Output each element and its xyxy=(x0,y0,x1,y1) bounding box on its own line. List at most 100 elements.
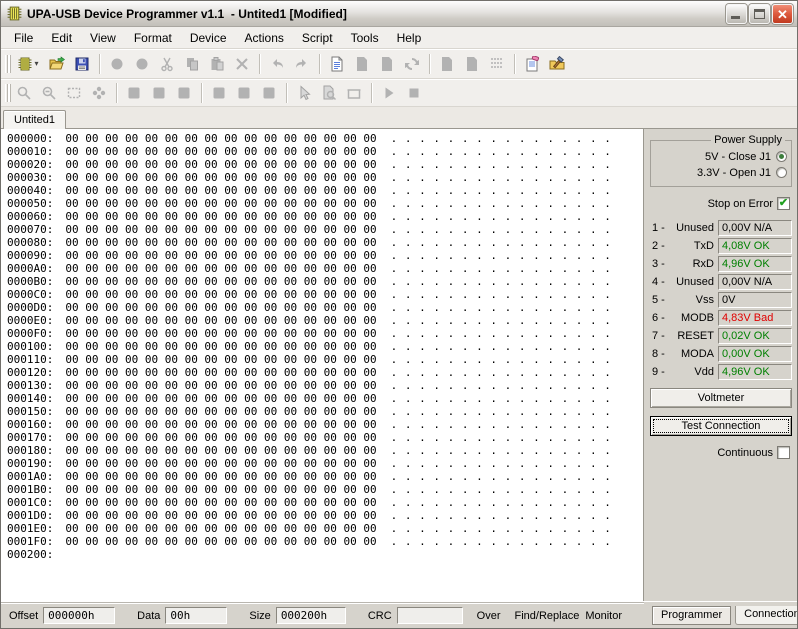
menu-item-view[interactable]: View xyxy=(81,29,125,47)
hex-ascii[interactable]: . . . . . . . . . . . . . . . . xyxy=(391,366,612,379)
hex-bytes[interactable]: 00 00 00 00 00 00 00 00 00 00 00 00 00 0… xyxy=(65,340,376,353)
hex-bytes[interactable]: 00 00 00 00 00 00 00 00 00 00 00 00 00 0… xyxy=(65,236,376,249)
dot-grid-button[interactable] xyxy=(485,52,509,75)
hex-ascii[interactable]: . . . . . . . . . . . . . . . . xyxy=(391,262,612,275)
hex-bytes[interactable]: 00 00 00 00 00 00 00 00 00 00 00 00 00 0… xyxy=(65,483,376,496)
zoom-out-button[interactable] xyxy=(37,81,61,104)
save-floppy-button[interactable] xyxy=(70,52,94,75)
test-connection-button[interactable]: Test Connection xyxy=(650,416,792,436)
hex-ascii[interactable]: . . . . . . . . . . . . . . . . xyxy=(391,340,612,353)
hex-bytes[interactable]: 00 00 00 00 00 00 00 00 00 00 00 00 00 0… xyxy=(65,405,376,418)
hex-bytes[interactable]: 00 00 00 00 00 00 00 00 00 00 00 00 00 0… xyxy=(65,301,376,314)
select-frame-button[interactable] xyxy=(62,81,86,104)
radio-button-icon[interactable] xyxy=(776,167,787,178)
folder-tools-button[interactable] xyxy=(545,52,569,75)
hex-bytes[interactable]: 00 00 00 00 00 00 00 00 00 00 00 00 00 0… xyxy=(65,418,376,431)
continuous-row[interactable]: Continuous xyxy=(648,446,790,459)
hex-ascii[interactable]: . . . . . . . . . . . . . . . . xyxy=(391,236,612,249)
square-button[interactable] xyxy=(122,81,146,104)
box-button[interactable] xyxy=(342,81,366,104)
tab-programmer[interactable]: Programmer xyxy=(652,605,732,625)
menu-item-edit[interactable]: Edit xyxy=(42,29,81,47)
menu-item-file[interactable]: File xyxy=(5,29,42,47)
hex-bytes[interactable]: 00 00 00 00 00 00 00 00 00 00 00 00 00 0… xyxy=(65,288,376,301)
hex-ascii[interactable]: . . . . . . . . . . . . . . . . xyxy=(391,288,612,301)
hex-ascii[interactable]: . . . . . . . . . . . . . . . . xyxy=(391,184,612,197)
square-button[interactable] xyxy=(257,81,281,104)
cut-scissors-button[interactable] xyxy=(155,52,179,75)
refresh-button[interactable] xyxy=(400,52,424,75)
square-button[interactable] xyxy=(147,81,171,104)
hex-ascii[interactable]: . . . . . . . . . . . . . . . . xyxy=(391,522,612,535)
radio-button-icon[interactable] xyxy=(776,151,787,162)
hex-bytes[interactable]: 00 00 00 00 00 00 00 00 00 00 00 00 00 0… xyxy=(65,457,376,470)
menu-item-help[interactable]: Help xyxy=(388,29,431,47)
hex-bytes[interactable]: 00 00 00 00 00 00 00 00 00 00 00 00 00 0… xyxy=(65,496,376,509)
hex-bytes[interactable]: 00 00 00 00 00 00 00 00 00 00 00 00 00 0… xyxy=(65,431,376,444)
power-option-1[interactable]: 3.3V - Open J1 xyxy=(655,165,787,180)
maximize-button[interactable] xyxy=(749,3,770,24)
menu-item-tools[interactable]: Tools xyxy=(342,29,388,47)
toolbar-grip[interactable] xyxy=(5,83,8,102)
open-folder-button[interactable] xyxy=(45,52,69,75)
hex-editor[interactable]: 000000: 00 00 00 00 00 00 00 00 00 00 00 … xyxy=(1,129,644,601)
undo-button[interactable] xyxy=(265,52,289,75)
hex-bytes[interactable]: 00 00 00 00 00 00 00 00 00 00 00 00 00 0… xyxy=(65,314,376,327)
play-button[interactable] xyxy=(377,81,401,104)
document-lines-button[interactable] xyxy=(325,52,349,75)
hex-bytes[interactable]: 00 00 00 00 00 00 00 00 00 00 00 00 00 0… xyxy=(65,470,376,483)
hex-bytes[interactable]: 00 00 00 00 00 00 00 00 00 00 00 00 00 0… xyxy=(65,392,376,405)
hex-ascii[interactable]: . . . . . . . . . . . . . . . . xyxy=(391,132,612,145)
hex-bytes[interactable]: 00 00 00 00 00 00 00 00 00 00 00 00 00 0… xyxy=(65,509,376,522)
dropdown-arrow-icon[interactable]: ▾ xyxy=(34,59,38,68)
hex-ascii[interactable]: . . . . . . . . . . . . . . . . xyxy=(391,301,612,314)
hex-ascii[interactable]: . . . . . . . . . . . . . . . . xyxy=(391,444,612,457)
hex-ascii[interactable]: . . . . . . . . . . . . . . . . xyxy=(391,405,612,418)
hex-bytes[interactable]: 00 00 00 00 00 00 00 00 00 00 00 00 00 0… xyxy=(65,197,376,210)
copy-button[interactable] xyxy=(180,52,204,75)
square-button[interactable] xyxy=(232,81,256,104)
hex-bytes[interactable]: 00 00 00 00 00 00 00 00 00 00 00 00 00 0… xyxy=(65,366,376,379)
square-button[interactable] xyxy=(172,81,196,104)
hex-ascii[interactable]: . . . . . . . . . . . . . . . . xyxy=(391,327,612,340)
redo-button[interactable] xyxy=(290,52,314,75)
hex-bytes[interactable]: 00 00 00 00 00 00 00 00 00 00 00 00 00 0… xyxy=(65,379,376,392)
hex-bytes[interactable]: 00 00 00 00 00 00 00 00 00 00 00 00 00 0… xyxy=(65,275,376,288)
document-button[interactable] xyxy=(460,52,484,75)
hex-ascii[interactable]: . . . . . . . . . . . . . . . . xyxy=(391,509,612,522)
hex-ascii[interactable]: . . . . . . . . . . . . . . . . xyxy=(391,353,612,366)
document-button[interactable] xyxy=(435,52,459,75)
hex-ascii[interactable]: . . . . . . . . . . . . . . . . xyxy=(391,418,612,431)
hex-ascii[interactable]: . . . . . . . . . . . . . . . . xyxy=(391,158,612,171)
hex-bytes[interactable]: 00 00 00 00 00 00 00 00 00 00 00 00 00 0… xyxy=(65,522,376,535)
hex-ascii[interactable]: . . . . . . . . . . . . . . . . xyxy=(391,210,612,223)
circle-button[interactable] xyxy=(105,52,129,75)
document-tab[interactable]: Untited1 xyxy=(3,110,66,129)
document-button[interactable] xyxy=(350,52,374,75)
hex-bytes[interactable]: 00 00 00 00 00 00 00 00 00 00 00 00 00 0… xyxy=(65,535,376,548)
minimize-button[interactable] xyxy=(726,3,747,24)
menu-item-actions[interactable]: Actions xyxy=(236,29,293,47)
toolbar-grip[interactable] xyxy=(5,54,8,73)
paste-button[interactable] xyxy=(205,52,229,75)
hex-ascii[interactable]: . . . . . . . . . . . . . . . . xyxy=(391,314,612,327)
square-button[interactable] xyxy=(207,81,231,104)
continuous-checkbox[interactable] xyxy=(777,446,790,459)
flower-button[interactable] xyxy=(87,81,111,104)
hex-bytes[interactable]: 00 00 00 00 00 00 00 00 00 00 00 00 00 0… xyxy=(65,158,376,171)
hex-ascii[interactable]: . . . . . . . . . . . . . . . . xyxy=(391,249,612,262)
hex-bytes[interactable]: 00 00 00 00 00 00 00 00 00 00 00 00 00 0… xyxy=(65,444,376,457)
hex-bytes[interactable]: 00 00 00 00 00 00 00 00 00 00 00 00 00 0… xyxy=(65,210,376,223)
menu-item-format[interactable]: Format xyxy=(125,29,181,47)
tab-connections[interactable]: Connections xyxy=(735,605,797,625)
hex-ascii[interactable]: . . . . . . . . . . . . . . . . xyxy=(391,379,612,392)
power-option-0[interactable]: 5V - Close J1 xyxy=(655,149,787,164)
zoom-in-button[interactable] xyxy=(12,81,36,104)
hex-bytes[interactable]: 00 00 00 00 00 00 00 00 00 00 00 00 00 0… xyxy=(65,132,376,145)
hex-ascii[interactable]: . . . . . . . . . . . . . . . . xyxy=(391,457,612,470)
delete-x-button[interactable] xyxy=(230,52,254,75)
hex-bytes[interactable]: 00 00 00 00 00 00 00 00 00 00 00 00 00 0… xyxy=(65,262,376,275)
hex-ascii[interactable]: . . . . . . . . . . . . . . . . xyxy=(391,431,612,444)
menu-item-device[interactable]: Device xyxy=(181,29,236,47)
hex-ascii[interactable]: . . . . . . . . . . . . . . . . xyxy=(391,171,612,184)
